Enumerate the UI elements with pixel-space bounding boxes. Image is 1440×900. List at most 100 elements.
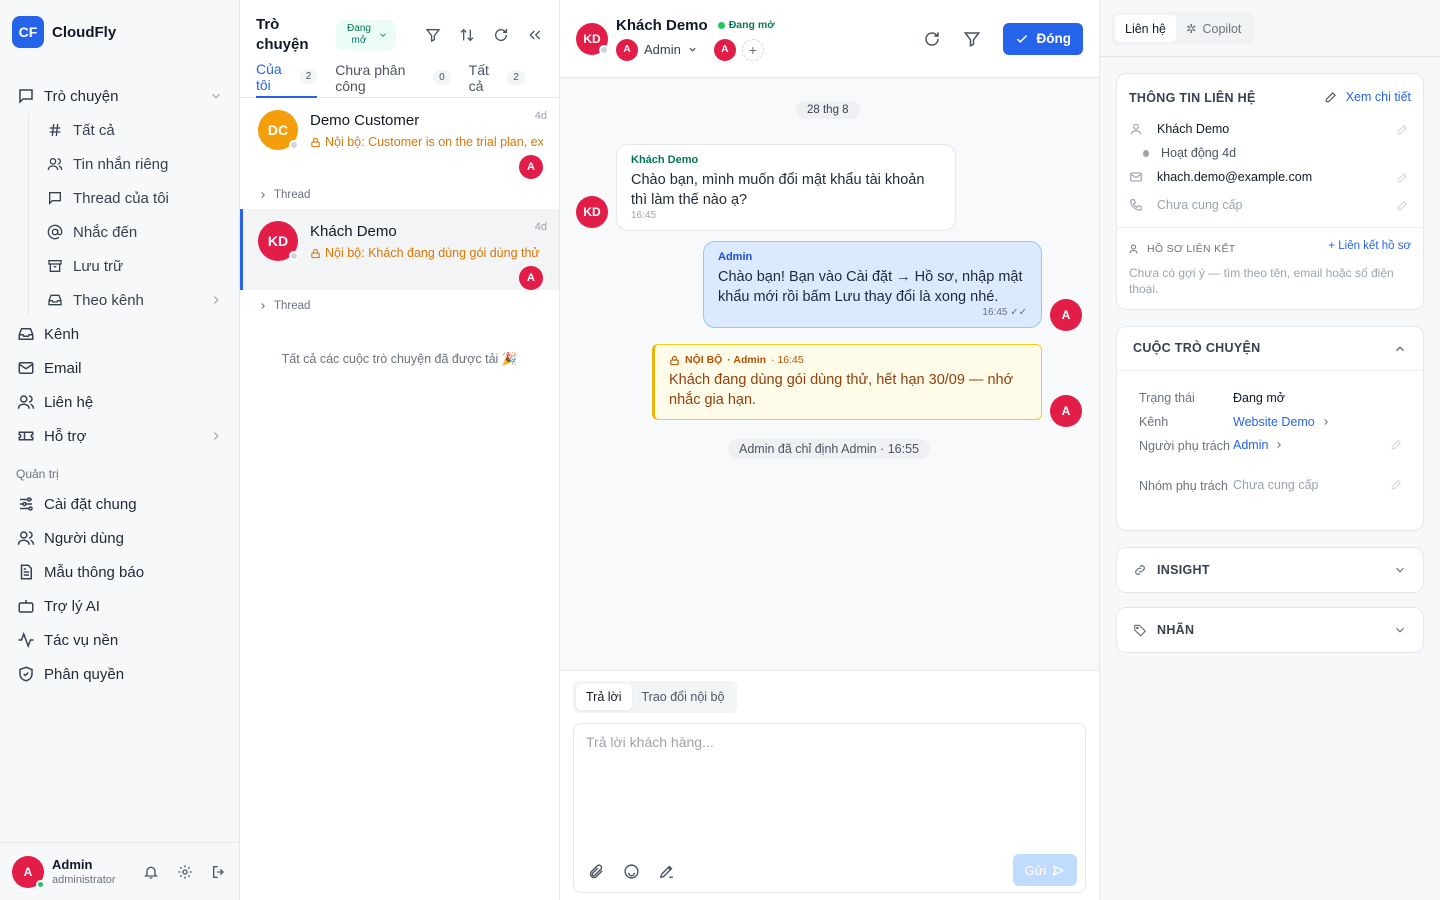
nav-item-contacts[interactable]: Liên hệ (8, 385, 231, 419)
nav-item-channels[interactable]: Kênh (8, 317, 231, 351)
avatar: KD (258, 221, 299, 261)
nav-item-email[interactable]: Email (8, 351, 231, 385)
insight-section[interactable]: INSIGHT (1116, 547, 1424, 593)
collapse-icon[interactable] (527, 27, 543, 43)
bot-icon (16, 596, 36, 616)
outgoing-message: Admin Chào bạn! Bạn vào Cài đặt → Hồ sơ,… (703, 241, 1042, 328)
attach-icon[interactable] (588, 863, 605, 880)
labels-section[interactable]: NHÃN (1116, 607, 1424, 653)
nav-item-mentions[interactable]: Nhắc đến (37, 215, 231, 249)
nav-item-archive[interactable]: Lưu trữ (37, 249, 231, 283)
tab-all[interactable]: Tất cả 2 (469, 58, 525, 98)
linked-title: HỒ SƠ LIÊN KẾT (1147, 243, 1236, 255)
avatar[interactable]: A (12, 855, 45, 889)
send-button[interactable]: Gửi (1013, 854, 1077, 886)
status-filter[interactable]: Đang mở (336, 20, 396, 50)
tab-label: Copilot (1202, 21, 1242, 36)
nav-item-private[interactable]: Tin nhắn riêng (37, 147, 231, 181)
message-time: 16:45 ✓✓ (718, 307, 1027, 318)
brand[interactable]: CF CloudFly (0, 0, 239, 64)
view-details-link[interactable]: Xem chi tiết (1324, 90, 1411, 104)
field-value: Website Demo (1233, 415, 1315, 429)
tab-reply[interactable]: Trả lời (576, 684, 632, 710)
assignee-dropdown[interactable]: Admin (644, 42, 698, 57)
logout-icon[interactable] (211, 864, 227, 880)
add-participant-button[interactable]: + (741, 38, 764, 61)
nav-item-conversations[interactable]: Trò chuyện (8, 79, 231, 113)
nav-item-users[interactable]: Người dùng (8, 521, 231, 555)
field-label: Người phụ trách (1139, 439, 1230, 453)
tab-internal[interactable]: Trao đổi nội bộ (632, 684, 735, 710)
bell-icon[interactable] (143, 864, 159, 880)
chevron-down-icon (209, 89, 223, 103)
message-text: Chào bạn! Bạn vào Cài đặt → Hồ sơ, nhập … (718, 269, 1023, 305)
nav-label: Hỗ trợ (44, 427, 87, 445)
field-value: Chưa cung cấp (1233, 478, 1319, 492)
reply-input[interactable] (574, 724, 1085, 834)
nav-item-settings[interactable]: Cài đặt chung (8, 487, 231, 521)
signature-icon[interactable] (658, 863, 675, 880)
link-profile-button[interactable]: + Liên kết hồ sơ (1328, 240, 1411, 252)
time-text: 16:45 (982, 307, 1008, 318)
nav-item-all[interactable]: Tất cả (37, 113, 231, 147)
chevron-down-icon (687, 44, 698, 55)
at-icon (45, 222, 65, 242)
chevron-up-icon[interactable] (1393, 342, 1407, 356)
note-time: · 16:45 (771, 354, 804, 366)
tab-mine[interactable]: Của tôi 2 (256, 58, 318, 98)
chevron-right-icon (258, 190, 268, 200)
conversation-item[interactable]: DC Demo Customer Nội bộ: Customer is on … (240, 98, 559, 209)
tab-unassigned[interactable]: Chưa phân công 0 (335, 58, 451, 98)
nav-item-permissions[interactable]: Phân quyền (8, 657, 231, 691)
offline-indicator (289, 140, 299, 150)
user-role: administrator (52, 874, 116, 886)
section-title: INSIGHT (1157, 563, 1210, 577)
conversation-item[interactable]: KD Khách Demo Nội bộ: Khách đang dùng gó… (240, 209, 559, 290)
thread-label: Thread (274, 300, 311, 312)
chat-panel: KD Khách Demo Đang mở A Admin A + Đóng 2… (560, 0, 1100, 900)
assignee-link[interactable]: Admin (1233, 438, 1284, 452)
channel-link[interactable]: Website Demo (1233, 414, 1331, 430)
edit-icon[interactable] (1390, 478, 1403, 494)
thread-toggle[interactable]: Thread (240, 290, 559, 320)
nav-item-my-threads[interactable]: Thread của tôi (37, 181, 231, 215)
nav-item-ai-assistant[interactable]: Trợ lý AI (8, 589, 231, 623)
emoji-icon[interactable] (623, 863, 640, 880)
avatar-initials: DC (267, 122, 289, 138)
field-value: Admin (1233, 438, 1269, 452)
nav-item-background-jobs[interactable]: Tác vụ nền (8, 623, 231, 657)
nav-label: Kênh (44, 325, 80, 343)
composer: Trả lời Trao đổi nội bộ Gửi (560, 670, 1099, 900)
thread-toggle[interactable]: Thread (258, 179, 543, 209)
filter-icon[interactable] (963, 30, 981, 48)
thread-icon (45, 188, 65, 208)
nav-label: Tin nhắn riêng (73, 155, 169, 173)
nav-label: Tác vụ nền (44, 631, 119, 649)
gear-icon[interactable] (177, 864, 193, 880)
edit-icon[interactable] (1390, 438, 1403, 454)
shield-icon (16, 664, 36, 684)
inbox-icon (45, 290, 65, 310)
edit-icon[interactable] (1396, 123, 1409, 136)
close-conversation-button[interactable]: Đóng (1002, 22, 1083, 55)
status-text: Đang mở (728, 19, 775, 31)
chevron-down-icon (378, 30, 388, 40)
message-author: Khách Demo (631, 154, 699, 166)
tag-icon (1133, 623, 1147, 637)
linked-profiles-header: HỒ SƠ LIÊN KẾT (1129, 243, 1235, 255)
tab-copilot[interactable]: ✲ Copilot (1176, 15, 1251, 42)
nav-item-support[interactable]: Hỗ trợ (8, 419, 231, 453)
sort-icon[interactable] (459, 27, 475, 43)
refresh-icon[interactable] (923, 30, 941, 48)
nav-item-templates[interactable]: Mẫu thông báo (8, 555, 231, 589)
admin-section-label: Quản trị (16, 467, 59, 481)
filter-icon[interactable] (425, 27, 441, 43)
brand-logo: CF (12, 16, 44, 48)
tab-count: 2 (507, 70, 525, 85)
edit-icon[interactable] (1396, 171, 1409, 184)
check-icon (1015, 32, 1029, 46)
edit-icon[interactable] (1396, 199, 1409, 212)
refresh-icon[interactable] (493, 27, 509, 43)
nav-item-by-channel[interactable]: Theo kênh (37, 283, 231, 317)
tab-contact[interactable]: Liên hệ (1115, 15, 1177, 42)
